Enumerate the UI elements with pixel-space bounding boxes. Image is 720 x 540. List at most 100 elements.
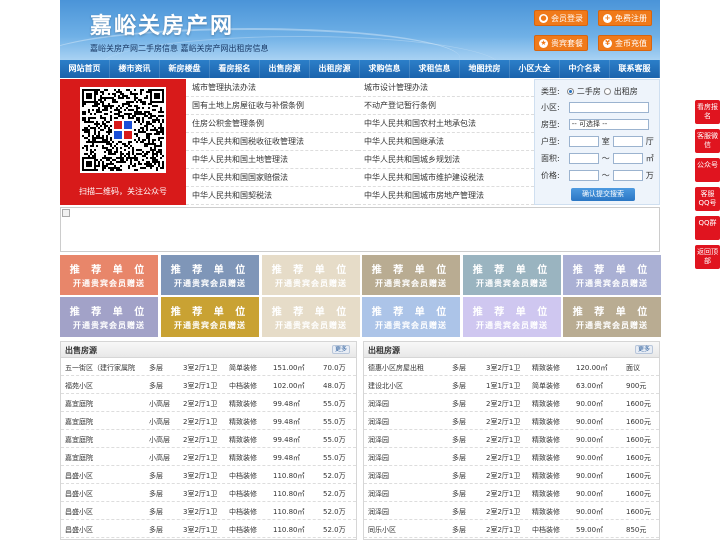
news-item-link[interactable]: 城市管理执法办法	[186, 79, 358, 97]
nav-item[interactable]: 地图找房	[460, 60, 510, 78]
nav-item[interactable]: 中介名录	[560, 60, 610, 78]
listing-community[interactable]: 福苑小区	[65, 381, 143, 391]
listing-row[interactable]: 五一街区（建行家属院 多层 3室2厅1卫 简单装修 151.00㎡ 70.0万	[61, 358, 356, 376]
recommend-unit-card[interactable]: 推 荐 单 位开通贵宾会员赠送	[161, 297, 259, 337]
area-max-input[interactable]	[612, 153, 643, 164]
listing-community[interactable]: 润泽园	[368, 453, 446, 463]
nav-item[interactable]: 新房楼盘	[160, 60, 210, 78]
listing-row[interactable]: 福苑小区 多层 3室2厅1卫 中档装修 102.00㎡ 48.0万	[61, 376, 356, 394]
listing-community[interactable]: 昌盛小区	[65, 525, 143, 535]
sidebar-official-account[interactable]: 公众号	[695, 158, 720, 182]
listing-row[interactable]: 昌盛小区 多层 3室2厅1卫 中档装修 110.80㎡ 52.0万	[61, 484, 356, 502]
price-min-input[interactable]	[568, 170, 599, 181]
type-radio-rental[interactable]	[603, 88, 611, 95]
listing-row[interactable]: 润泽园 多层 2室2厅1卫 精致装修 90.00㎡ 1600元	[364, 430, 659, 448]
listing-row[interactable]: 润泽园 多层 2室2厅1卫 精致装修 90.00㎡ 1600元	[364, 466, 659, 484]
listing-community[interactable]: 昌盛小区	[65, 489, 143, 499]
register-button[interactable]: + 免费注册	[598, 10, 652, 26]
listing-row[interactable]: 润泽园 多层 2室2厅1卫 精致装修 90.00㎡ 1600元	[364, 394, 659, 412]
nav-item[interactable]: 楼市资讯	[110, 60, 160, 78]
area-min-input[interactable]	[568, 153, 599, 164]
recommend-unit-card[interactable]: 推 荐 单 位开通贵宾会员赠送	[60, 255, 158, 295]
listing-community[interactable]: 德惠小区房屋出租	[368, 363, 446, 373]
sidebar-service-qq[interactable]: 客服QQ号	[695, 187, 720, 211]
listing-row[interactable]: 润泽园 多层 2室2厅1卫 精致装修 90.00㎡ 1600元	[364, 484, 659, 502]
listing-row[interactable]: 润泽园 多层 2室2厅1卫 精致装修 90.00㎡ 1600元	[364, 502, 659, 520]
news-item-link[interactable]: 中华人民共和国城市维护建设税法	[358, 169, 534, 187]
sidebar-viewing-signup[interactable]: 看房报名	[695, 100, 720, 124]
type-radio-secondhand[interactable]	[566, 88, 574, 95]
listing-row[interactable]: 德惠小区房屋出租 多层 3室2厅1卫 精致装修 120.00㎡ 面议	[364, 358, 659, 376]
search-submit-button[interactable]: 确认提交搜索	[571, 188, 635, 201]
nav-item[interactable]: 网站首页	[60, 60, 110, 78]
sidebar-service-wechat[interactable]: 客服微信	[695, 129, 720, 153]
recommend-unit-card[interactable]: 推 荐 单 位开通贵宾会员赠送	[262, 297, 360, 337]
sale-more-button[interactable]: 更多	[332, 345, 350, 354]
vip-package-button[interactable]: ★ 贵宾套餐	[534, 35, 588, 51]
listing-community[interactable]: 五一街区（建行家属院	[65, 363, 143, 373]
listing-row[interactable]: 昌盛小区 多层 3室2厅1卫 中档装修 110.80㎡ 52.0万	[61, 466, 356, 484]
listing-community[interactable]: 润泽园	[368, 435, 446, 445]
recommend-unit-card[interactable]: 推 荐 单 位开通贵宾会员赠送	[362, 255, 460, 295]
listing-row[interactable]: 嘉宜庭院 小高层 2室2厅1卫 精致装修 99.48㎡ 55.0万	[61, 448, 356, 466]
recommend-unit-card[interactable]: 推 荐 单 位开通贵宾会员赠送	[563, 297, 661, 337]
news-item-link[interactable]: 中华人民共和国契税法	[186, 187, 358, 205]
listing-community[interactable]: 润泽园	[368, 399, 446, 409]
news-item-link[interactable]: 不动产登记暂行条例	[358, 97, 534, 115]
rent-more-button[interactable]: 更多	[635, 345, 653, 354]
listing-community[interactable]: 嘉宜庭院	[65, 417, 143, 427]
listing-community[interactable]: 嘉宜庭院	[65, 435, 143, 445]
nav-item[interactable]: 看房报名	[210, 60, 260, 78]
community-input[interactable]	[568, 102, 649, 113]
sidebar-qq-group[interactable]: QQ群	[695, 216, 720, 240]
listing-row[interactable]: 昌盛小区 多层 3室2厅1卫 中档装修 110.80㎡ 52.0万	[61, 502, 356, 520]
listing-community[interactable]: 嘉宜庭院	[65, 399, 143, 409]
listing-community[interactable]: 建设北小区	[368, 381, 446, 391]
nav-item[interactable]: 小区大全	[510, 60, 560, 78]
listing-row[interactable]: 润泽园 多层 2室2厅1卫 精致装修 90.00㎡ 1600元	[364, 448, 659, 466]
listing-row[interactable]: 同乐小区 多层 2室2厅1卫 中档装修 59.00㎡ 850元	[364, 520, 659, 538]
listing-row[interactable]: 昌盛小区 多层 3室2厅1卫 中档装修 110.80㎡ 52.0万	[61, 520, 356, 538]
news-item-link[interactable]: 中华人民共和国土地管理法	[186, 151, 358, 169]
recommend-unit-card[interactable]: 推 荐 单 位开通贵宾会员赠送	[362, 297, 460, 337]
recommend-unit-card[interactable]: 推 荐 单 位开通贵宾会员赠送	[563, 255, 661, 295]
coin-recharge-button[interactable]: ¥ 金币充值	[598, 35, 652, 51]
nav-item[interactable]: 出租房源	[310, 60, 360, 78]
listing-community[interactable]: 嘉宜庭院	[65, 453, 143, 463]
site-title[interactable]: 嘉峪关房产网	[90, 8, 234, 40]
ad-banner[interactable]	[60, 207, 660, 252]
recommend-unit-card[interactable]: 推 荐 单 位开通贵宾会员赠送	[60, 297, 158, 337]
news-item-link[interactable]: 中华人民共和国继承法	[358, 133, 534, 151]
news-item-link[interactable]: 中华人民共和国城乡规划法	[358, 151, 534, 169]
listing-row[interactable]: 嘉宜庭院 小高层 2室2厅1卫 精致装修 99.48㎡ 55.0万	[61, 394, 356, 412]
nav-item[interactable]: 出售房源	[260, 60, 310, 78]
hall-select[interactable]	[612, 136, 643, 147]
news-item-link[interactable]: 中华人民共和国农村土地承包法	[358, 115, 534, 133]
nav-item[interactable]: 联系客服	[610, 60, 660, 78]
site-subtitle[interactable]: 嘉峪关房产网二手房信息 嘉峪关房产网出租房信息	[90, 43, 269, 54]
listing-community[interactable]: 昌盛小区	[65, 507, 143, 517]
listing-community[interactable]: 同乐小区	[368, 525, 446, 535]
news-item-link[interactable]: 中华人民共和国城市房地产管理法	[358, 187, 534, 205]
nav-item[interactable]: 求购信息	[360, 60, 410, 78]
listing-row[interactable]: 建设北小区 多层 1室1厅1卫 简单装修 63.00㎡ 900元	[364, 376, 659, 394]
listing-row[interactable]: 嘉宜庭院 小高层 2室2厅1卫 精致装修 99.48㎡ 55.0万	[61, 412, 356, 430]
listing-community[interactable]: 润泽园	[368, 489, 446, 499]
recommend-unit-card[interactable]: 推 荐 单 位开通贵宾会员赠送	[262, 255, 360, 295]
listing-community[interactable]: 润泽园	[368, 507, 446, 517]
recommend-unit-card[interactable]: 推 荐 单 位开通贵宾会员赠送	[463, 297, 561, 337]
listing-community[interactable]: 润泽园	[368, 471, 446, 481]
news-item-link[interactable]: 住房公积金管理条例	[186, 115, 358, 133]
nav-item[interactable]: 求租信息	[410, 60, 460, 78]
listing-row[interactable]: 嘉宜庭院 小高层 2室2厅1卫 精致装修 99.48㎡ 55.0万	[61, 430, 356, 448]
listing-row[interactable]: 润泽园 多层 2室2厅1卫 精致装修 90.00㎡ 1600元	[364, 412, 659, 430]
listing-community[interactable]: 润泽园	[368, 417, 446, 427]
news-item-link[interactable]: 城市设计管理办法	[358, 79, 534, 97]
login-button[interactable]: ● 会员登录	[534, 10, 588, 26]
news-item-link[interactable]: 中华人民共和国税收征收管理法	[186, 133, 358, 151]
price-max-input[interactable]	[612, 170, 643, 181]
sidebar-back-to-top[interactable]: 返回顶部	[695, 245, 720, 269]
listing-community[interactable]: 昌盛小区	[65, 471, 143, 481]
room-select[interactable]	[568, 136, 599, 147]
news-item-link[interactable]: 国有土地上房屋征收与补偿条例	[186, 97, 358, 115]
